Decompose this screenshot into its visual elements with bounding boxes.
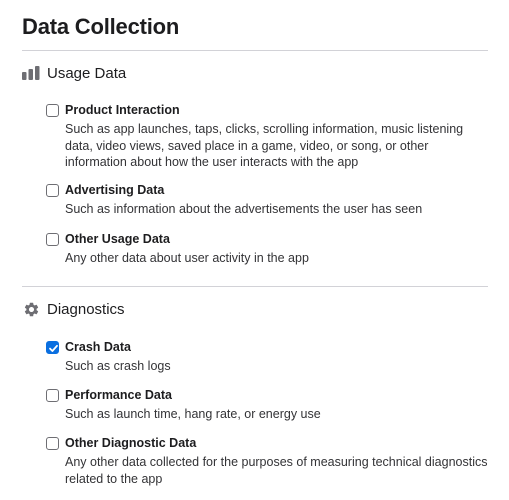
option-description: Such as crash logs	[65, 359, 171, 373]
divider	[22, 50, 488, 51]
option-title: Crash Data	[65, 340, 131, 354]
section-title: Diagnostics	[47, 300, 125, 318]
section-header-diagnostics: Diagnostics	[22, 300, 125, 318]
gear-icon	[22, 300, 40, 318]
crash-data-checkbox[interactable]	[46, 341, 59, 354]
section-title: Usage Data	[47, 64, 127, 82]
bar-chart-icon	[22, 64, 40, 82]
other-diagnostic-data-checkbox[interactable]	[46, 437, 59, 450]
option-description: Any other data about user activity in th…	[65, 251, 309, 265]
option-description: Such as information about the advertisem…	[65, 202, 423, 216]
option-description: Such as app launches, taps, clicks, scro…	[65, 122, 464, 169]
option-title: Other Diagnostic Data	[65, 436, 197, 450]
page-title: Data Collection	[22, 14, 180, 39]
divider	[22, 286, 488, 287]
option-title: Product Interaction	[65, 103, 180, 117]
checkmark-icon	[49, 344, 58, 352]
option-title: Other Usage Data	[65, 232, 170, 246]
option-description: Such as launch time, hang rate, or energ…	[65, 407, 321, 421]
advertising-data-checkbox[interactable]	[46, 184, 59, 197]
product-interaction-checkbox[interactable]	[46, 104, 59, 117]
option-title: Performance Data	[65, 388, 172, 402]
option-description: Any other data collected for the purpose…	[65, 455, 488, 486]
other-usage-data-checkbox[interactable]	[46, 233, 59, 246]
option-title: Advertising Data	[65, 183, 165, 197]
section-header-usage-data: Usage Data	[22, 64, 126, 82]
performance-data-checkbox[interactable]	[46, 389, 59, 402]
